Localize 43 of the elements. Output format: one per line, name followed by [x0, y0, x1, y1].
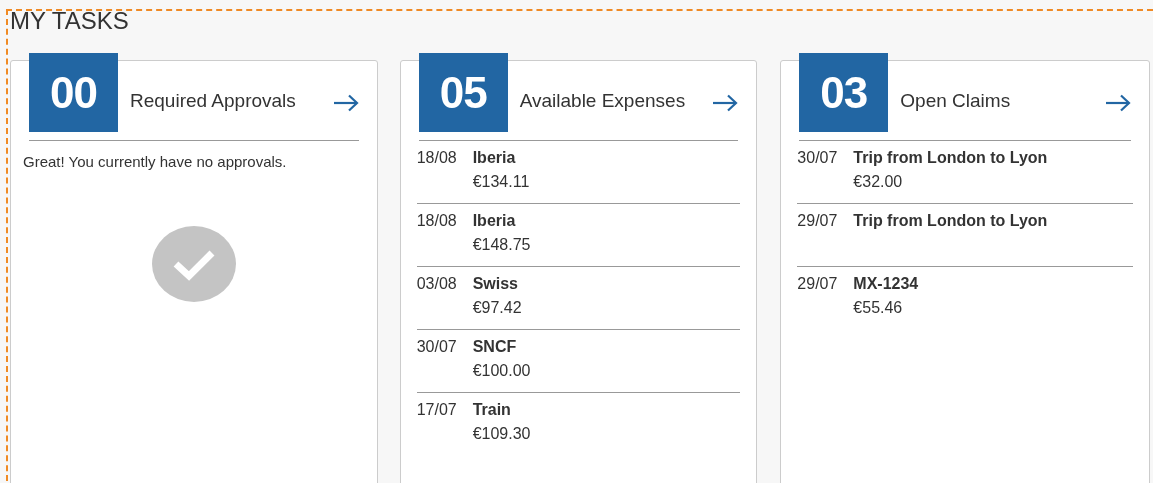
card-title: Available Expenses	[519, 90, 686, 112]
arrow-icon[interactable]	[712, 94, 739, 112]
list-item[interactable]: 03/08 Swiss €97.42	[416, 267, 741, 330]
count-badge: 03	[799, 53, 889, 132]
count-badge: 05	[418, 53, 508, 132]
item-name: Trip from London to Lyon	[853, 149, 1049, 168]
item-date: 17/07	[416, 401, 458, 420]
item-amount: €148.75	[472, 236, 532, 255]
card-title: Open Claims	[900, 90, 1011, 112]
count-badge: 00	[29, 53, 118, 132]
list-item[interactable]: 18/08 Iberia €148.75	[416, 204, 741, 267]
item-date: 18/08	[416, 212, 458, 231]
item-name: Swiss	[472, 275, 519, 294]
item-date: 29/07	[797, 212, 839, 231]
list-item[interactable]: 18/08 Iberia €134.11	[416, 141, 741, 204]
item-date: 30/07	[416, 338, 458, 357]
item-date: 18/08	[416, 149, 458, 168]
item-date: 29/07	[797, 275, 839, 294]
item-name: MX-1234	[853, 275, 920, 294]
page-title: MY TASKS	[9, 6, 130, 36]
item-amount: €32.00	[853, 173, 904, 192]
list-item[interactable]: 30/07 Trip from London to Lyon €32.00	[797, 141, 1133, 204]
list-item[interactable]: 29/07 MX-1234 €55.46	[797, 267, 1133, 330]
item-amount: €55.46	[853, 299, 904, 318]
item-name: Trip from London to Lyon	[853, 212, 1049, 231]
item-name: Iberia	[472, 212, 517, 231]
list-item[interactable]: 30/07 SNCF €100.00	[416, 330, 741, 393]
item-name: Train	[472, 401, 512, 420]
item-date: 30/07	[797, 149, 839, 168]
item-date: 03/08	[416, 275, 458, 294]
card-title: Required Approvals	[130, 90, 296, 112]
list-item[interactable]: 29/07 Trip from London to Lyon	[797, 204, 1133, 267]
empty-message: Great! You currently have no approvals.	[23, 153, 288, 170]
item-amount: €97.42	[472, 299, 523, 318]
list-item[interactable]: 17/07 Train €109.30	[416, 393, 741, 456]
checkmark-icon	[151, 226, 236, 302]
item-amount: €109.30	[472, 425, 532, 444]
item-amount: €134.11	[472, 173, 531, 192]
arrow-icon[interactable]	[1105, 94, 1131, 112]
item-name: SNCF	[472, 338, 518, 357]
item-amount: €100.00	[472, 362, 532, 381]
item-name: Iberia	[472, 149, 517, 168]
arrow-icon[interactable]	[332, 94, 359, 112]
